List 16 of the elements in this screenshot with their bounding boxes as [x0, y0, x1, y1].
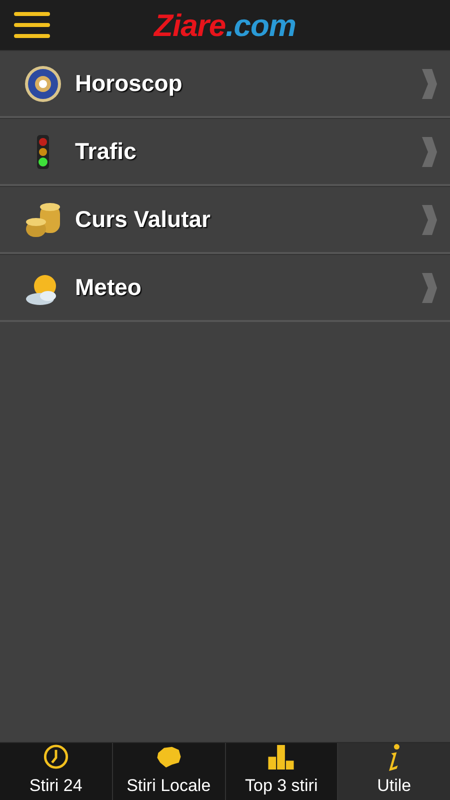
bar-chart-icon: [266, 743, 296, 770]
info-icon: [388, 744, 400, 770]
menu-item[interactable]: Curs Valutar: [0, 186, 450, 254]
menu-button[interactable]: [14, 11, 50, 39]
coins-icon: [24, 200, 62, 238]
tab[interactable]: Utile: [338, 743, 450, 800]
menu-item[interactable]: Meteo: [0, 254, 450, 322]
zodiac-wheel-icon: [24, 64, 62, 102]
chevron-icon: [420, 272, 438, 304]
logo: Ziare.com: [154, 10, 296, 40]
chevron-icon: [420, 204, 438, 236]
chevron-icon: [420, 136, 438, 168]
chevron-icon: [420, 68, 438, 100]
menu-item[interactable]: Trafic: [0, 118, 450, 186]
menu-icon: [14, 11, 50, 39]
menu-item[interactable]: Horoscop: [0, 50, 450, 118]
